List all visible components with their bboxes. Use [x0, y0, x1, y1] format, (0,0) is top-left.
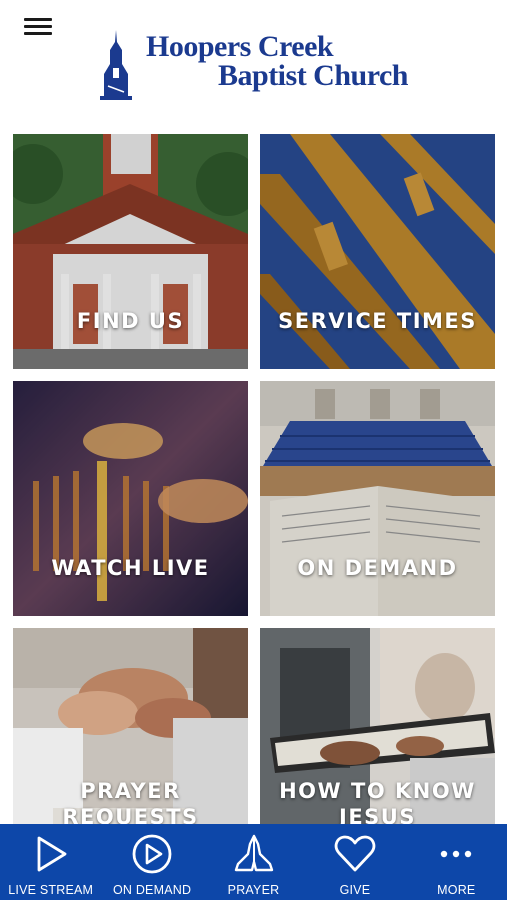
tab-live-stream-label: LIVE STREAM: [8, 883, 94, 897]
home-tiles-grid: FIND US SERVICE TIMES WATCH LIVE ON DEMA…: [13, 134, 495, 824]
tile-watch-live[interactable]: WATCH LIVE: [13, 381, 248, 616]
church-name-logo[interactable]: Hoopers Creek Baptist Church: [146, 32, 409, 92]
tile-find-us[interactable]: FIND US: [13, 134, 248, 369]
tile-watch-live-label: WATCH LIVE: [51, 556, 210, 580]
tile-prayer-label-line-1: PRAYER: [80, 779, 181, 803]
tile-jesus-label-line-2: JESUS: [339, 805, 416, 824]
tab-prayer-label: PRAYER: [227, 883, 280, 897]
play-triangle-icon: [37, 836, 67, 872]
tile-on-demand-label: ON DEMAND: [297, 556, 458, 580]
tab-give[interactable]: GIVE: [304, 824, 405, 900]
heart-icon: [334, 835, 376, 872]
tab-more-label: MORE: [437, 883, 476, 897]
praying-hands-icon: [234, 834, 273, 872]
tab-live-stream[interactable]: LIVE STREAM: [0, 824, 101, 900]
tile-prayer-label-line-2: REQUESTS: [62, 805, 199, 824]
tab-on-demand-label: ON DEMAND: [113, 883, 192, 897]
tile-prayer-requests[interactable]: PRAYER REQUESTS: [13, 628, 248, 824]
tile-prayer-requests-label: PRAYER REQUESTS: [13, 778, 248, 824]
tile-on-demand[interactable]: ON DEMAND: [260, 381, 495, 616]
tile-find-us-label: FIND US: [76, 309, 185, 333]
app-header: Hoopers Creek Baptist Church: [0, 0, 507, 120]
church-steeple-logo-icon: [100, 30, 132, 100]
hamburger-menu-icon[interactable]: [24, 14, 52, 40]
tile-service-times[interactable]: SERVICE TIMES: [260, 134, 495, 369]
tab-on-demand[interactable]: ON DEMAND: [101, 824, 202, 900]
tile-service-times-label: SERVICE TIMES: [278, 309, 477, 333]
play-circle-icon: [132, 834, 172, 874]
more-dots-icon: [441, 850, 472, 858]
tile-how-to-know-jesus-label: HOW TO KNOW JESUS: [260, 778, 495, 824]
tab-prayer[interactable]: PRAYER: [203, 824, 304, 900]
tile-jesus-label-line-1: HOW TO KNOW: [279, 779, 476, 803]
tab-give-label: GIVE: [339, 883, 371, 897]
tab-more[interactable]: MORE: [406, 824, 507, 900]
tile-how-to-know-jesus[interactable]: HOW TO KNOW JESUS: [260, 628, 495, 824]
logo-line-2: Baptist Church: [218, 59, 409, 92]
bottom-tab-bar: LIVE STREAM ON DEMAND PRAYER GIVE MORE: [0, 824, 507, 900]
